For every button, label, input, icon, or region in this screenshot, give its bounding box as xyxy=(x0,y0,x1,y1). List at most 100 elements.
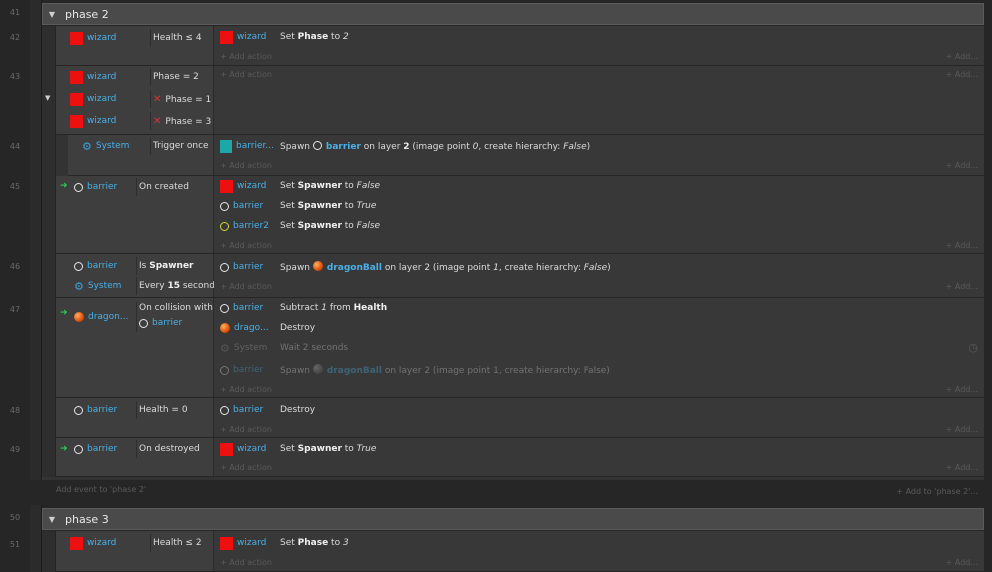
object-name: System xyxy=(95,141,130,151)
action[interactable]: wizard Set Phase to 2 xyxy=(214,27,984,47)
condition[interactable]: wizard Health ≤ 4 xyxy=(70,27,214,49)
add-menu-link[interactable]: + Add... xyxy=(946,70,978,79)
add-menu-link[interactable]: + Add... xyxy=(946,161,978,170)
event-row[interactable]: ➜ dragon... On collision with barrier ba… xyxy=(56,298,984,398)
conditions-column: ⚙ System Trigger once xyxy=(68,135,214,175)
object-name: barrier xyxy=(87,444,118,454)
action[interactable]: barrier2 Set Spawner to False xyxy=(214,216,984,236)
condition-text: On collision with xyxy=(139,303,213,313)
actions-column: wizard Set Spawner to True + Add action … xyxy=(214,438,984,476)
line-number: 47 xyxy=(9,305,21,314)
dragonball-icon xyxy=(312,364,323,374)
collapse-triangle-icon[interactable]: ▼ xyxy=(43,10,61,19)
add-action-link[interactable]: + Add action xyxy=(220,161,272,170)
conditions-column: barrier Is Spawner ⚙ System Every 15 seco… xyxy=(56,254,220,297)
action[interactable]: barrier Set Spawner to True xyxy=(214,196,984,216)
action[interactable]: barrier Subtract 1 from Health xyxy=(214,298,984,318)
action-text: on layer 2 (image point xyxy=(381,263,494,273)
line-number: 45 xyxy=(9,182,21,191)
action-text: (image point xyxy=(409,141,473,152)
object-name: dragonBall xyxy=(326,366,382,376)
add-action-link[interactable]: + Add action xyxy=(220,241,272,250)
event-row[interactable]: ▼ wizard Phase = 2 wizard ✕ Phase = 1 wiz… xyxy=(45,66,984,135)
add-action-link[interactable]: + Add action xyxy=(220,282,272,291)
add-action-link[interactable]: + Add action xyxy=(220,425,272,434)
event-row[interactable]: wizard Health ≤ 4 wizard Set Phase to 2 … xyxy=(56,26,984,66)
object-name: barrier xyxy=(87,182,118,192)
conditions-column: wizard Phase = 2 wizard ✕ Phase = 1 wizar… xyxy=(56,66,214,134)
add-action-link[interactable]: + Add action xyxy=(220,385,272,394)
system-gear-icon: ⚙ xyxy=(82,139,92,153)
action-text: Spawn xyxy=(280,366,313,376)
action-text: Wait 2 seconds xyxy=(280,343,349,353)
object-name: barrier xyxy=(87,261,118,271)
trigger-arrow-icon: ➜ xyxy=(60,181,68,191)
condition[interactable]: barrier Health = 0 xyxy=(74,399,214,421)
value: True xyxy=(356,201,377,211)
group-header-phase-3[interactable]: ▼ phase 3 xyxy=(42,508,984,530)
object-name: System xyxy=(233,343,268,353)
barrier-ring-icon xyxy=(74,261,83,271)
condition[interactable]: dragon... On collision with barrier xyxy=(74,300,214,334)
add-to-group-link[interactable]: + Add to 'phase 2'... xyxy=(896,487,978,496)
add-menu-link[interactable]: + Add... xyxy=(946,463,978,472)
dragonball-icon xyxy=(220,323,230,333)
condition[interactable]: barrier On created xyxy=(74,176,214,198)
action[interactable]: drago... Destroy xyxy=(214,318,984,338)
add-menu-link[interactable]: + Add... xyxy=(946,241,978,250)
add-event-link[interactable]: Add event to 'phase 2' xyxy=(56,485,146,494)
action[interactable]: barrier Spawn dragonBall on layer 2 (ima… xyxy=(214,257,984,277)
action[interactable]: wizard Set Spawner to True xyxy=(214,439,984,459)
disabled-action[interactable]: ⚙ System Wait 2 seconds xyxy=(214,338,984,358)
add-menu-link[interactable]: + Add... xyxy=(946,558,978,567)
condition[interactable]: ⚙ System Trigger once xyxy=(82,135,214,157)
action-text: on layer 2 (image point 1, create hierar… xyxy=(381,366,610,376)
wizard-sprite-icon xyxy=(70,536,83,550)
condition[interactable]: wizard ✕ Phase = 1 xyxy=(70,88,214,110)
invert-x-icon: ✕ xyxy=(153,115,162,127)
condition[interactable]: barrier Is Spawner xyxy=(74,255,214,277)
sub-event-row[interactable]: ⚙ System Trigger once barrier... Spawn ba… xyxy=(68,135,984,176)
add-action-link[interactable]: + Add action xyxy=(220,52,272,61)
system-gear-icon: ⚙ xyxy=(220,341,230,355)
object-name: wizard xyxy=(87,94,117,104)
action[interactable]: barrier... Spawn barrier on layer 2 (ima… xyxy=(214,136,984,156)
object-name: barrier xyxy=(233,201,264,211)
condition[interactable]: wizard ✕ Phase = 3 xyxy=(70,110,214,132)
condition[interactable]: ⚙ System Every 15 seconds xyxy=(74,275,220,297)
wizard-sprite-icon xyxy=(70,70,83,84)
add-action-link[interactable]: + Add action xyxy=(220,463,272,472)
add-action-link[interactable]: + Add action xyxy=(220,558,272,567)
add-menu-link[interactable]: + Add... xyxy=(946,385,978,394)
object-name: barrier xyxy=(87,405,118,415)
event-row[interactable]: barrier Health = 0 barrier Destroy + Add… xyxy=(56,398,984,438)
add-menu-link[interactable]: + Add... xyxy=(946,282,978,291)
add-action-link[interactable]: + Add action xyxy=(220,70,272,79)
event-row[interactable]: wizard Health ≤ 2 wizard Set Phase to 3 … xyxy=(56,531,984,572)
wizard-sprite-icon xyxy=(70,92,83,106)
event-row[interactable]: barrier Is Spawner ⚙ System Every 15 seco… xyxy=(56,254,984,298)
action[interactable]: barrier Destroy xyxy=(214,400,984,420)
conditions-column: ➜ barrier On created xyxy=(56,176,214,253)
object-name: drago... xyxy=(234,323,269,333)
collapse-triangle-icon[interactable]: ▼ xyxy=(43,515,61,524)
add-menu-link[interactable]: + Add... xyxy=(946,52,978,61)
add-menu-link[interactable]: + Add... xyxy=(946,425,978,434)
event-row[interactable]: ➜ barrier On created wizard Set Spawner … xyxy=(56,176,984,254)
object-name: dragonBall xyxy=(326,263,382,273)
condition[interactable]: wizard Health ≤ 2 xyxy=(70,532,214,554)
action[interactable]: wizard Set Phase to 3 xyxy=(214,533,984,553)
object-name: wizard xyxy=(87,116,117,126)
collapse-triangle-icon[interactable]: ▼ xyxy=(45,94,50,102)
event-row[interactable]: ➜ barrier On destroyed wizard Set Spawne… xyxy=(56,438,984,477)
barrier-ring-icon xyxy=(220,365,229,375)
action-text: Set xyxy=(280,221,298,231)
condition[interactable]: barrier On destroyed xyxy=(74,438,214,460)
disabled-action[interactable]: barrier Spawn dragonBall on layer 2 (ima… xyxy=(214,360,984,380)
object-name: wizard xyxy=(87,538,117,548)
group-header-phase-2[interactable]: ▼ phase 2 xyxy=(42,3,984,25)
left-gutter xyxy=(30,0,42,480)
action-text: to xyxy=(328,32,343,42)
condition[interactable]: wizard Phase = 2 xyxy=(70,66,214,88)
action[interactable]: wizard Set Spawner to False xyxy=(214,176,984,196)
